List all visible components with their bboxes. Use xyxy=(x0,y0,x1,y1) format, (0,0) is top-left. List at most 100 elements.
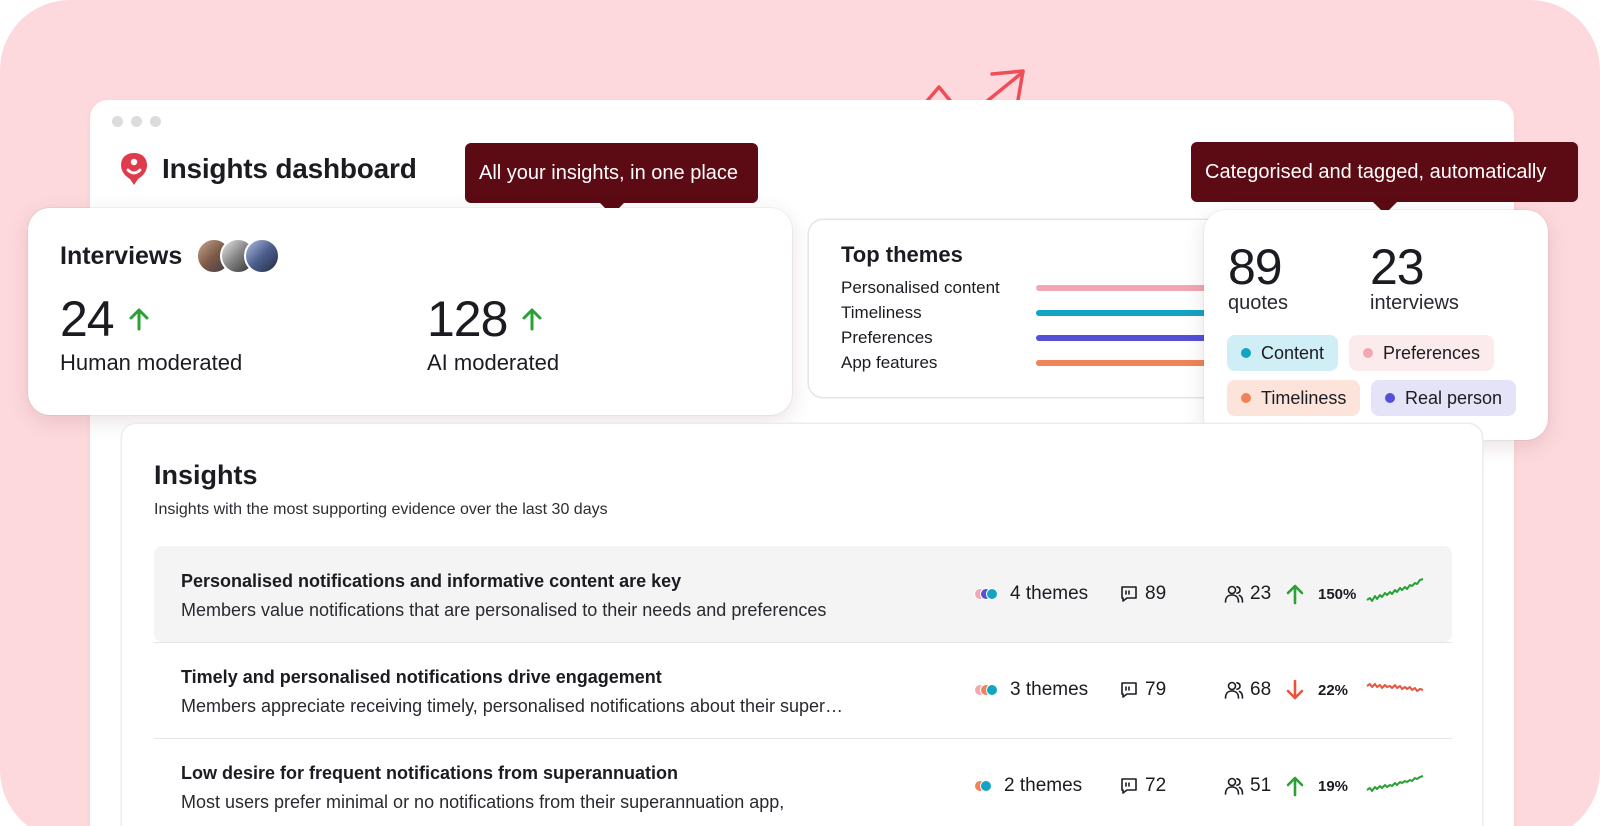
tag-dot-icon xyxy=(1241,393,1251,403)
quotes-tags-card[interactable]: 89 quotes 23 interviews Content Preferen… xyxy=(1204,210,1548,440)
theme-label: Timeliness xyxy=(841,303,922,322)
insight-title: Personalised notifications and informati… xyxy=(181,571,682,591)
trend-indicator: 22% xyxy=(1286,642,1348,738)
theme-row: App features xyxy=(841,353,1236,373)
insight-description: Most users prefer minimal or no notifica… xyxy=(181,792,785,812)
quotes-count: 79 xyxy=(1119,642,1166,738)
users-icon xyxy=(1224,777,1244,795)
insight-row[interactable]: Low desire for frequent notifications fr… xyxy=(154,738,1452,826)
arrow-down-icon xyxy=(1286,679,1304,700)
people-count: 51 xyxy=(1224,738,1271,826)
insight-description: Members appreciate receiving timely, per… xyxy=(181,696,843,716)
quotes-value: 79 xyxy=(1145,679,1167,700)
theme-dots-icon xyxy=(974,779,998,793)
trend-indicator: 150% xyxy=(1286,546,1356,642)
themes-count[interactable]: 4 themes xyxy=(974,546,1088,642)
people-count: 23 xyxy=(1224,546,1271,642)
themes-count[interactable]: 2 themes xyxy=(974,738,1082,826)
insights-title: Insights xyxy=(154,460,258,490)
theme-row: Personalised content xyxy=(841,278,1236,298)
theme-dots-icon xyxy=(974,683,1004,697)
insights-panel: Insights Insights with the most supporti… xyxy=(122,424,1482,826)
arrow-up-icon xyxy=(129,308,149,331)
arrow-up-icon xyxy=(1286,584,1304,605)
people-value: 68 xyxy=(1250,679,1272,700)
tag-label: Real person xyxy=(1405,387,1503,408)
human-moderated-count: 24 xyxy=(60,291,115,347)
ai-moderated-stat: 128 AI moderated xyxy=(427,290,559,376)
quotes-value: 89 xyxy=(1228,239,1283,295)
theme-label: Personalised content xyxy=(841,278,1000,297)
themes-label: 3 themes xyxy=(1010,679,1089,700)
theme-row: Timeliness xyxy=(841,303,1236,323)
insight-row[interactable]: Personalised notifications and informati… xyxy=(154,546,1452,642)
trend-value: 150% xyxy=(1318,585,1357,603)
window-dot-icon[interactable] xyxy=(112,116,123,127)
tag-real-person[interactable]: Real person xyxy=(1371,380,1517,416)
app-header: Insights dashboard xyxy=(120,152,417,186)
insight-title: Low desire for frequent notifications fr… xyxy=(181,763,679,783)
tag-dot-icon xyxy=(1363,348,1373,358)
top-themes-title: Top themes xyxy=(841,242,963,267)
interviews-card[interactable]: Interviews 24 Human moderated 128 AI mod… xyxy=(28,208,792,415)
trend-indicator: 19% xyxy=(1286,738,1348,826)
quote-icon xyxy=(1121,778,1137,794)
quote-icon xyxy=(1121,682,1137,698)
interviews-header: Interviews xyxy=(60,238,281,274)
interviews-value: 23 xyxy=(1370,239,1425,295)
top-themes-card[interactable]: Top themes Personalised content Timeline… xyxy=(809,220,1236,397)
insights-subtitle: Insights with the most supporting eviden… xyxy=(154,501,608,518)
users-icon xyxy=(1224,585,1244,603)
window-controls xyxy=(112,116,161,127)
sparkline-chart xyxy=(1366,775,1424,792)
tag-label: Timeliness xyxy=(1261,387,1347,408)
human-moderated-label: Human moderated xyxy=(60,350,243,375)
quotes-count: 72 xyxy=(1119,738,1166,826)
theme-dots-icon xyxy=(974,587,1004,601)
tag-dot-icon xyxy=(1241,348,1251,358)
tag-label: Preferences xyxy=(1383,342,1481,363)
people-value: 51 xyxy=(1250,775,1272,796)
quotes-count: 89 quotes xyxy=(1228,240,1288,315)
tag-content[interactable]: Content xyxy=(1227,335,1339,371)
quotes-label: quotes xyxy=(1228,292,1289,314)
window-dot-icon[interactable] xyxy=(150,116,161,127)
interviews-label: interviews xyxy=(1370,292,1459,314)
tag-timeliness[interactable]: Timeliness xyxy=(1227,380,1361,416)
tooltip-categorised: Categorised and tagged, automatically xyxy=(1191,142,1578,214)
tag-preferences[interactable]: Preferences xyxy=(1349,335,1495,371)
people-value: 23 xyxy=(1250,583,1272,604)
people-count: 68 xyxy=(1224,642,1271,738)
tooltip-insights: All your insights, in one place xyxy=(465,143,758,215)
arrow-up-icon xyxy=(1286,776,1304,797)
trend-value: 22% xyxy=(1318,681,1349,699)
tag-label: Content xyxy=(1261,342,1325,363)
avatar-group xyxy=(196,238,281,274)
interviews-count: 23 interviews xyxy=(1370,240,1459,315)
avatar xyxy=(244,238,281,274)
tag-dot-icon xyxy=(1385,393,1395,403)
themes-label: 2 themes xyxy=(1004,775,1083,796)
ai-moderated-label: AI moderated xyxy=(427,350,560,375)
themes-count[interactable]: 3 themes xyxy=(974,642,1088,738)
insight-description: Members value notifications that are per… xyxy=(181,600,827,620)
quotes-value: 72 xyxy=(1145,775,1167,796)
theme-label: App features xyxy=(841,353,938,372)
theme-row: Preferences xyxy=(841,328,1236,348)
sparkline-chart xyxy=(1366,578,1424,602)
trend-value: 19% xyxy=(1318,777,1349,795)
quotes-count: 89 xyxy=(1119,546,1166,642)
insight-row[interactable]: Timely and personalised notifications dr… xyxy=(154,642,1452,738)
users-icon xyxy=(1224,681,1244,699)
row-divider xyxy=(154,642,1452,643)
interviews-title: Interviews xyxy=(60,241,183,270)
quotes-value: 89 xyxy=(1145,583,1167,604)
arrow-up-icon xyxy=(522,308,542,331)
theme-label: Preferences xyxy=(841,328,933,347)
themes-label: 4 themes xyxy=(1010,583,1089,604)
sparkline-chart xyxy=(1366,683,1424,692)
window-dot-icon[interactable] xyxy=(131,116,142,127)
quote-icon xyxy=(1121,586,1137,602)
human-moderated-stat: 24 Human moderated xyxy=(60,290,242,376)
ai-moderated-count: 128 xyxy=(427,291,508,347)
